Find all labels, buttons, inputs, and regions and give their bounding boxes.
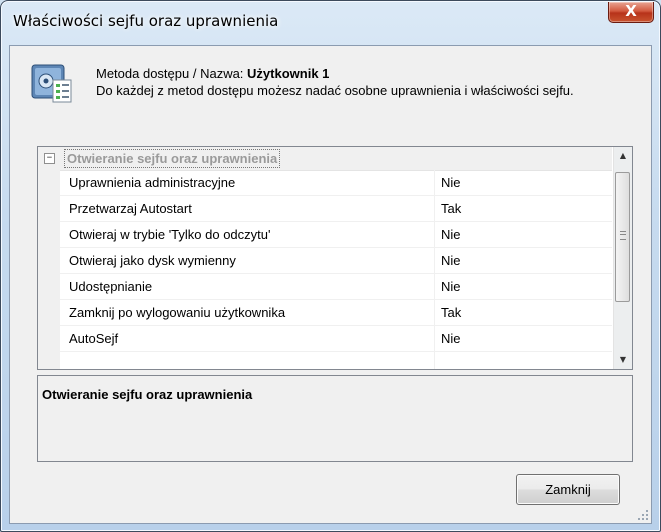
property-row[interactable]: AutoSejf Nie xyxy=(38,326,612,352)
column-separator xyxy=(434,352,435,369)
property-value[interactable]: Tak xyxy=(441,201,461,216)
property-category-row[interactable]: − Otwieranie sejfu oraz uprawnienia xyxy=(38,147,612,171)
column-separator xyxy=(434,326,435,351)
close-icon: X xyxy=(625,2,637,20)
resize-grip-icon[interactable] xyxy=(637,509,649,521)
header-description: Do każdej z metod dostępu możesz nadać o… xyxy=(96,83,574,98)
grip-icon xyxy=(620,231,626,240)
safe-properties-icon xyxy=(31,64,72,103)
property-row[interactable]: Zamknij po wylogowaniu użytkownika Tak xyxy=(38,300,612,326)
property-name: Uprawnienia administracyjne xyxy=(69,175,236,190)
property-grid[interactable]: − Otwieranie sejfu oraz uprawnienia Upra… xyxy=(37,146,633,370)
property-category-label: Otwieranie sejfu oraz uprawnienia xyxy=(64,149,281,168)
property-value[interactable]: Tak xyxy=(441,305,461,320)
access-method-line: Metoda dostępu / Nazwa: Użytkownik 1 xyxy=(96,66,329,81)
property-value[interactable]: Nie xyxy=(441,279,461,294)
property-name: Otwieraj w trybie 'Tylko do odczytu' xyxy=(69,227,271,242)
column-separator xyxy=(434,274,435,299)
property-name: Udostępnianie xyxy=(69,279,153,294)
property-value[interactable]: Nie xyxy=(441,175,461,190)
property-name: Otwieraj jako dysk wymienny xyxy=(69,253,236,268)
property-value[interactable]: Nie xyxy=(441,227,461,242)
collapse-toggle-icon[interactable]: − xyxy=(44,153,55,164)
scroll-thumb[interactable] xyxy=(615,172,630,302)
row-gutter xyxy=(38,222,60,247)
column-separator xyxy=(434,222,435,247)
property-value[interactable]: Nie xyxy=(441,331,461,346)
row-gutter xyxy=(38,248,60,273)
property-row[interactable]: Uprawnienia administracyjne Nie xyxy=(38,170,612,196)
row-gutter xyxy=(38,274,60,299)
property-name: AutoSejf xyxy=(69,331,119,346)
property-rows: Uprawnienia administracyjne Nie Przetwar… xyxy=(38,170,612,369)
access-method-label: Metoda dostępu / Nazwa: xyxy=(96,66,244,81)
column-separator xyxy=(434,196,435,221)
property-row[interactable]: Przetwarzaj Autostart Tak xyxy=(38,196,612,222)
window-title: Właściwości sejfu oraz uprawnienia xyxy=(13,12,279,30)
row-gutter xyxy=(38,326,60,351)
scroll-down-icon[interactable]: ▼ xyxy=(614,351,632,369)
property-row[interactable]: Otwieraj jako dysk wymienny Nie xyxy=(38,248,612,274)
scroll-up-icon[interactable]: ▲ xyxy=(614,147,632,165)
column-separator xyxy=(434,248,435,273)
title-bar[interactable]: Właściwości sejfu oraz uprawnienia X xyxy=(1,1,660,45)
access-method-name: Użytkownik 1 xyxy=(247,66,330,81)
property-name: Przetwarzaj Autostart xyxy=(69,201,192,216)
property-value[interactable]: Nie xyxy=(441,253,461,268)
close-button[interactable]: Zamknij xyxy=(516,474,620,505)
row-gutter xyxy=(38,170,60,195)
row-gutter xyxy=(38,196,60,221)
vertical-scrollbar[interactable]: ▲ ▼ xyxy=(613,147,632,369)
property-description-panel: Otwieranie sejfu oraz uprawnienia xyxy=(37,375,633,462)
property-row[interactable]: Udostępnianie Nie xyxy=(38,274,612,300)
column-separator xyxy=(434,300,435,325)
property-row[interactable]: Otwieraj w trybie 'Tylko do odczytu' Nie xyxy=(38,222,612,248)
property-name: Zamknij po wylogowaniu użytkownika xyxy=(69,305,286,320)
property-description-title: Otwieranie sejfu oraz uprawnienia xyxy=(42,387,253,402)
row-gutter xyxy=(38,352,60,369)
dialog-client-area: Metoda dostępu / Nazwa: Użytkownik 1 Do … xyxy=(9,45,652,524)
property-row-empty[interactable] xyxy=(38,352,612,369)
row-gutter xyxy=(38,300,60,325)
window-close-button[interactable]: X xyxy=(608,2,654,23)
dialog-window: Właściwości sejfu oraz uprawnienia X Met… xyxy=(0,0,661,532)
column-separator xyxy=(434,170,435,195)
